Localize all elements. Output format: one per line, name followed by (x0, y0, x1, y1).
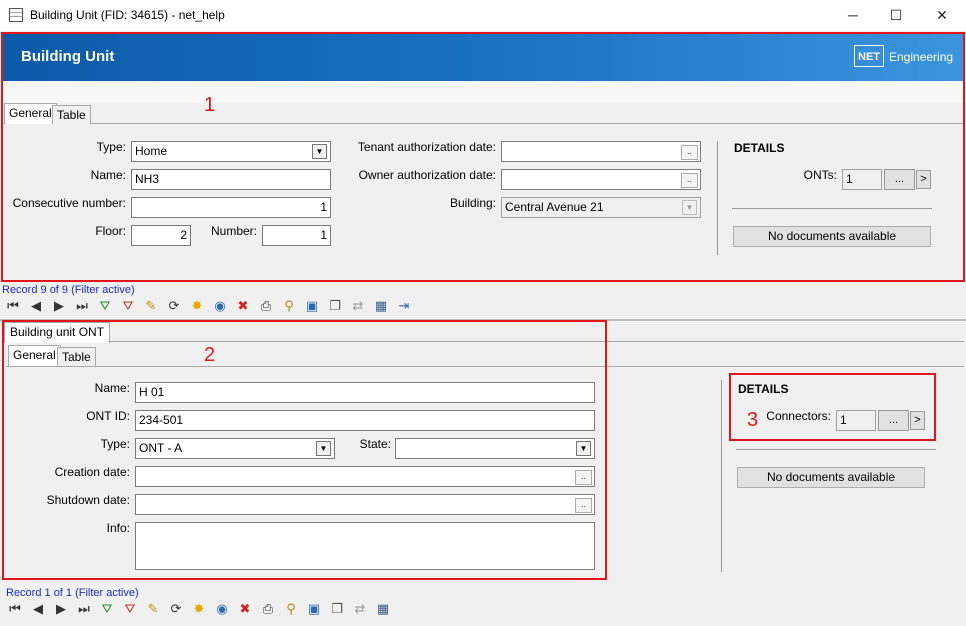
app-table-icon (9, 8, 23, 22)
next-record-icon[interactable]: ▶ (52, 600, 70, 618)
select-icon[interactable]: ▣ (305, 600, 323, 618)
delete-icon[interactable]: ✖ (236, 600, 254, 618)
globe-icon[interactable]: ◉ (211, 297, 229, 315)
table-edit-icon[interactable]: ▦ (374, 600, 392, 618)
annotation-number-1: 1 (204, 94, 216, 116)
previous-record-icon[interactable]: ◀ (29, 600, 47, 618)
remove-filter-icon[interactable]: ⛛ (121, 600, 139, 618)
select-icon[interactable]: ▣ (303, 297, 321, 315)
copy-icon[interactable]: ❐ (328, 600, 346, 618)
move-icon[interactable]: ⇄ (349, 297, 367, 315)
annotation-number-3: 3 (747, 409, 759, 431)
bottom-no-documents-button[interactable]: No documents available (737, 467, 925, 488)
table-edit-icon[interactable]: ▦ (372, 297, 390, 315)
edit-pencil-icon[interactable]: ✎ (144, 600, 162, 618)
window-title: Building Unit (FID: 34615) - net_help (30, 8, 225, 22)
refresh-icon[interactable]: ⟳ (165, 297, 183, 315)
bottom-record-indicator: Record 1 of 1 (Filter active) (6, 587, 139, 599)
remove-filter-icon[interactable]: ⛛ (119, 297, 137, 315)
new-record-icon[interactable]: ✸ (190, 600, 208, 618)
next-record-icon[interactable]: ▶ (50, 297, 68, 315)
first-record-icon[interactable]: ⏮ (4, 297, 22, 315)
print-icon[interactable]: ⎙ (257, 297, 275, 315)
print-icon[interactable]: ⎙ (259, 600, 277, 618)
bottom-details-separator (736, 449, 936, 450)
annotation-box-1 (1, 32, 965, 282)
last-record-icon[interactable]: ⏭ (75, 600, 93, 618)
move-icon[interactable]: ⇄ (351, 600, 369, 618)
last-record-icon[interactable]: ⏭ (73, 297, 91, 315)
refresh-icon[interactable]: ⟳ (167, 600, 185, 618)
top-record-indicator: Record 9 of 9 (Filter active) (2, 284, 135, 296)
close-button[interactable]: ✕ (919, 0, 965, 31)
zoom-icon[interactable]: ⚲ (282, 600, 300, 618)
maximize-button[interactable]: ☐ (873, 0, 919, 31)
new-record-icon[interactable]: ✸ (188, 297, 206, 315)
bottom-details-divider (721, 380, 722, 572)
annotation-box-3 (729, 373, 936, 441)
delete-icon[interactable]: ✖ (234, 297, 252, 315)
add-filter-icon[interactable]: ⛛ (96, 297, 114, 315)
copy-icon[interactable]: ❐ (326, 297, 344, 315)
bottom-toolbar: ⏮ ◀ ▶ ⏭ ⛛ ⛛ ✎ ⟳ ✸ ◉ ✖ ⎙ ⚲ ▣ ❐ ⇄ ▦ (6, 600, 392, 620)
exit-icon[interactable]: ⇥ (395, 297, 413, 315)
edit-pencil-icon[interactable]: ✎ (142, 297, 160, 315)
annotation-box-2 (2, 320, 607, 580)
zoom-icon[interactable]: ⚲ (280, 297, 298, 315)
annotation-number-2: 2 (204, 344, 216, 366)
minimize-button[interactable]: ─ (830, 0, 876, 31)
top-toolbar: ⏮ ◀ ▶ ⏭ ⛛ ⛛ ✎ ⟳ ✸ ◉ ✖ ⎙ ⚲ ▣ ❐ ⇄ ▦ ⇥ (4, 297, 413, 317)
previous-record-icon[interactable]: ◀ (27, 297, 45, 315)
globe-icon[interactable]: ◉ (213, 600, 231, 618)
first-record-icon[interactable]: ⏮ (6, 600, 24, 618)
add-filter-icon[interactable]: ⛛ (98, 600, 116, 618)
